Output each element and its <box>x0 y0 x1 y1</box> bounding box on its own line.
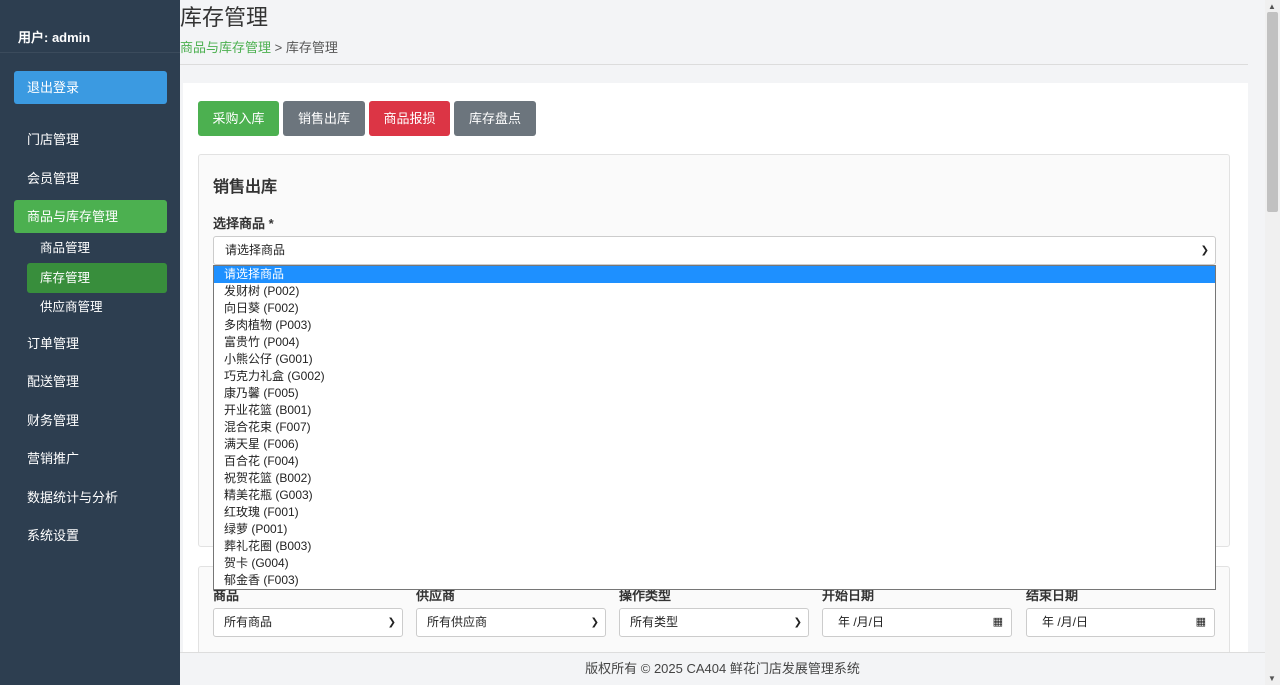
filter-type-value: 所有类型 <box>630 615 679 629</box>
dropdown-option[interactable]: 精美花瓶 (G003) <box>214 487 1215 504</box>
chevron-down-icon: ❯ <box>387 617 396 628</box>
sidebar-item-settings[interactable]: 系统设置 <box>14 519 167 552</box>
dropdown-option[interactable]: 康乃馨 (F005) <box>214 385 1215 402</box>
logout-button[interactable]: 退出登录 <box>14 71 167 104</box>
chevron-down-icon: ❯ <box>793 617 802 628</box>
filter-end-value: 年 /月/日 <box>1042 615 1089 629</box>
dropdown-option[interactable]: 发财树 (P002) <box>214 283 1215 300</box>
dropdown-option[interactable]: 向日葵 (F002) <box>214 300 1215 317</box>
breadcrumb-current: 库存管理 <box>285 40 338 55</box>
dropdown-option[interactable]: 开业花篮 (B001) <box>214 402 1215 419</box>
filter-end-date[interactable]: 年 /月/日 ▦ <box>1026 608 1215 637</box>
dropdown-option[interactable]: 祝贺花篮 (B002) <box>214 470 1215 487</box>
dropdown-option[interactable]: 满天星 (F006) <box>214 436 1215 453</box>
sidebar-subitem-inventory[interactable]: 库存管理 <box>27 263 167 293</box>
filter-supplier-select[interactable]: 所有供应商 ❯ <box>416 608 606 637</box>
filter-start-value: 年 /月/日 <box>838 615 885 629</box>
dropdown-option[interactable]: 多肉植物 (P003) <box>214 317 1215 334</box>
chevron-down-icon: ❯ <box>590 617 599 628</box>
sidebar-item-orders[interactable]: 订单管理 <box>14 327 167 360</box>
chevron-down-icon: ❯ <box>1200 245 1209 256</box>
filter-type-select[interactable]: 所有类型 ❯ <box>619 608 809 637</box>
sidebar-item-analytics[interactable]: 数据统计与分析 <box>14 481 167 514</box>
product-dropdown-list: 请选择商品 发财树 (P002) 向日葵 (F002) 多肉植物 (P003) … <box>213 265 1216 590</box>
scrollbar-thumb[interactable] <box>1267 12 1278 212</box>
scroll-down-icon[interactable]: ▼ <box>1268 674 1276 683</box>
filter-product-value: 所有商品 <box>224 615 273 629</box>
calendar-icon: ▦ <box>1195 616 1206 628</box>
dropdown-option[interactable]: 巧克力礼盒 (G002) <box>214 368 1215 385</box>
breadcrumb-link[interactable]: 商品与库存管理 <box>180 40 271 55</box>
scroll-up-icon[interactable]: ▲ <box>1268 2 1276 11</box>
sidebar-subitem-products[interactable]: 商品管理 <box>27 233 167 263</box>
form-title: 销售出库 <box>213 179 278 196</box>
filter-product-select[interactable]: 所有商品 ❯ <box>213 608 403 637</box>
product-label: 选择商品 * <box>213 216 274 231</box>
sidebar-item-members[interactable]: 会员管理 <box>14 162 167 195</box>
sidebar-item-stores[interactable]: 门店管理 <box>14 123 167 156</box>
calendar-icon: ▦ <box>992 616 1003 628</box>
dropdown-option[interactable]: 红玫瑰 (F001) <box>214 504 1215 521</box>
dropdown-option[interactable]: 郁金香 (F003) <box>214 572 1215 589</box>
page-header: 库存管理 商品与库存管理 > 库存管理 <box>180 0 1248 65</box>
footer: 版权所有 © 2025 CA404 鲜花门店发展管理系统 <box>180 652 1265 685</box>
breadcrumb: 商品与库存管理 > 库存管理 <box>180 37 338 56</box>
page-scrollbar[interactable]: ▲ ▼ <box>1265 0 1280 685</box>
breadcrumb-separator: > <box>274 40 283 55</box>
sidebar-item-products-inventory[interactable]: 商品与库存管理 <box>14 200 167 233</box>
dropdown-option[interactable]: 贺卡 (G004) <box>214 555 1215 572</box>
filter-supplier-value: 所有供应商 <box>427 615 488 629</box>
dropdown-option[interactable]: 混合花束 (F007) <box>214 419 1215 436</box>
user-label: 用户: admin <box>0 0 180 53</box>
page-title: 库存管理 <box>180 5 269 30</box>
dropdown-option[interactable]: 葬礼花圈 (B003) <box>214 538 1215 555</box>
dropdown-option[interactable]: 绿萝 (P001) <box>214 521 1215 538</box>
dropdown-option[interactable]: 百合花 (F004) <box>214 453 1215 470</box>
sidebar-subitem-suppliers[interactable]: 供应商管理 <box>27 292 167 322</box>
sidebar-item-delivery[interactable]: 配送管理 <box>14 365 167 398</box>
sidebar: 用户: admin 退出登录 门店管理 会员管理 商品与库存管理 商品管理 库存… <box>0 0 180 685</box>
stocktake-button[interactable]: 库存盘点 <box>454 101 536 136</box>
dropdown-option[interactable]: 小熊公仔 (G001) <box>214 351 1215 368</box>
sidebar-item-marketing[interactable]: 营销推广 <box>14 442 167 475</box>
sidebar-item-finance[interactable]: 财务管理 <box>14 404 167 437</box>
dropdown-option[interactable]: 请选择商品 <box>214 266 1215 283</box>
product-select-value: 请选择商品 <box>225 243 286 257</box>
filter-start-date[interactable]: 年 /月/日 ▦ <box>822 608 1012 637</box>
dropdown-option[interactable]: 富贵竹 (P004) <box>214 334 1215 351</box>
damage-report-button[interactable]: 商品报损 <box>369 101 450 136</box>
product-select[interactable]: 请选择商品 ❯ <box>213 236 1216 265</box>
sales-out-button[interactable]: 销售出库 <box>283 101 365 136</box>
purchase-in-button[interactable]: 采购入库 <box>198 101 279 136</box>
